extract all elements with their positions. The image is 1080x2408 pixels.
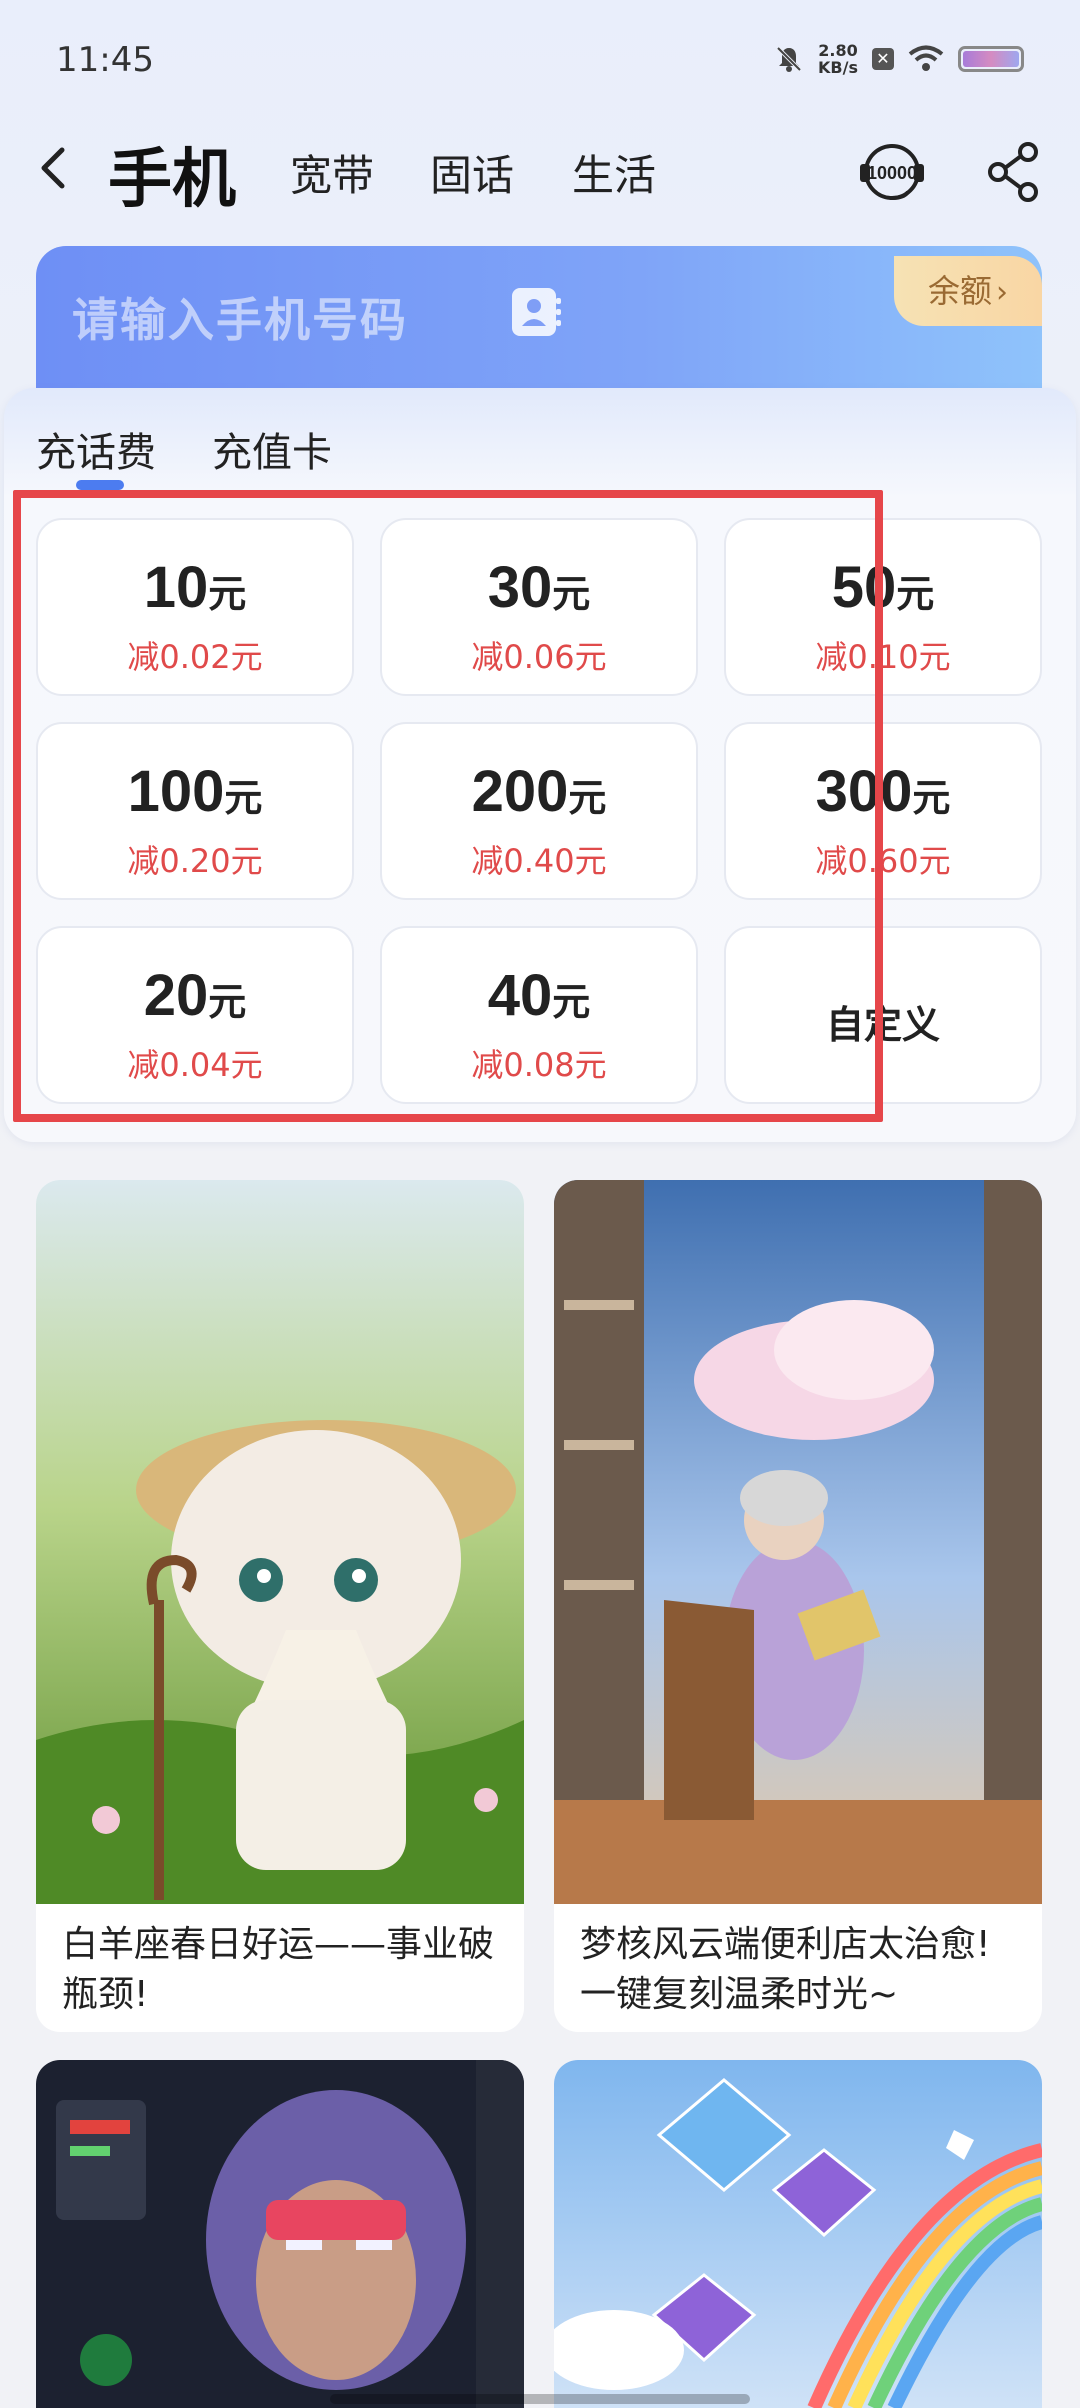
amount-unit: 元 <box>552 572 591 616</box>
feed-card-convenience-store[interactable]: 梦核风云端便利店太治愈!一键复刻温柔时光~ <box>554 1180 1042 2032</box>
balance-label: 余额 <box>927 272 992 310</box>
chevron-right-icon: › <box>996 275 1008 310</box>
amount-value: 300 <box>815 759 913 824</box>
amount-discount: 减0.40元 <box>471 842 607 880</box>
amount-unit: 元 <box>552 980 591 1024</box>
custom-amount-label: 自定义 <box>825 1003 940 1047</box>
feed-card-mecha[interactable] <box>36 2060 524 2408</box>
amount-unit: 元 <box>896 572 935 616</box>
feed-title: 梦核风云端便利店太治愈!一键复刻温柔时光~ <box>580 1924 991 2015</box>
feed-image-convenience-store <box>554 1180 1042 1904</box>
top-nav: 手机 宽带 固话 生活 10000 <box>0 120 1080 220</box>
amount-option-30[interactable]: 30元 减0.06元 <box>380 518 698 696</box>
amount-discount: 减0.04元 <box>127 1046 263 1084</box>
tab-topup[interactable]: 充话费 <box>36 420 156 478</box>
amount-discount: 减0.20元 <box>127 842 263 880</box>
amount-option-20[interactable]: 20元 减0.04元 <box>36 926 354 1104</box>
mute-bell-icon <box>776 46 802 72</box>
amount-option-300[interactable]: 300元 减0.60元 <box>724 722 1042 900</box>
amount-option-100[interactable]: 100元 减0.20元 <box>36 722 354 900</box>
wifi-icon <box>908 45 944 71</box>
feed-card-kites[interactable] <box>554 2060 1042 2408</box>
service-icon-label: 10000 <box>867 163 917 183</box>
amount-discount: 减0.60元 <box>815 842 951 880</box>
amount-discount: 减0.08元 <box>471 1046 607 1084</box>
amount-option-40[interactable]: 40元 减0.08元 <box>380 926 698 1104</box>
feed-image-aries <box>36 1180 524 1904</box>
balance-button[interactable]: 余额 › <box>894 256 1042 326</box>
amount-value: 200 <box>471 759 569 824</box>
amount-option-200[interactable]: 200元 减0.40元 <box>380 722 698 900</box>
amount-unit: 元 <box>224 776 263 820</box>
amount-option-10[interactable]: 10元 减0.02元 <box>36 518 354 696</box>
feed-image-kites <box>554 2060 1042 2408</box>
status-bar: 11:45 2.80 KB/s ✕ <box>0 0 1080 120</box>
tab-broadband[interactable]: 宽带 <box>290 142 374 203</box>
customer-service-10000-icon[interactable]: 10000 <box>852 132 932 212</box>
amount-unit: 元 <box>208 980 247 1024</box>
no-sim-icon: ✕ <box>872 48 894 70</box>
amount-discount: 减0.02元 <box>127 638 263 676</box>
feed-title: 白羊座春日好运——事业破瓶颈! <box>62 1924 495 2015</box>
amount-unit: 元 <box>912 776 951 820</box>
phone-number-input[interactable]: 请输入手机号码 <box>72 284 408 350</box>
status-icons: 2.80 KB/s ✕ <box>774 42 1024 76</box>
tab-landline[interactable]: 固话 <box>430 142 514 203</box>
feed-image-mecha <box>36 2060 524 2408</box>
amount-value: 20 <box>143 963 209 1028</box>
tab-life[interactable]: 生活 <box>572 142 656 203</box>
amount-unit: 元 <box>568 776 607 820</box>
tab-recharge-card[interactable]: 充值卡 <box>212 420 332 478</box>
network-speed-value: 2.80 <box>818 41 858 60</box>
battery-icon <box>958 46 1024 72</box>
amount-discount: 减0.06元 <box>471 638 607 676</box>
amount-value: 10 <box>143 555 209 620</box>
network-speed: 2.80 KB/s <box>818 42 858 76</box>
amount-value: 50 <box>831 555 897 620</box>
recharge-panel: 充话费 充值卡 10元 减0.02元 30元 减0.06元 50元 减0.10元… <box>4 388 1076 1142</box>
amount-value: 40 <box>487 963 553 1028</box>
status-time: 11:45 <box>56 40 154 80</box>
active-tab-indicator <box>76 480 124 490</box>
amount-option-50[interactable]: 50元 减0.10元 <box>724 518 1042 696</box>
amount-value: 100 <box>127 759 225 824</box>
amount-unit: 元 <box>208 572 247 616</box>
network-speed-unit: KB/s <box>818 58 858 77</box>
amount-value: 30 <box>487 555 553 620</box>
amount-discount: 减0.10元 <box>815 638 951 676</box>
share-icon[interactable] <box>976 132 1056 212</box>
amount-option-custom[interactable]: 自定义 <box>724 926 1042 1104</box>
home-indicator[interactable] <box>330 2394 750 2404</box>
back-arrow-icon[interactable] <box>30 140 80 196</box>
tab-phone[interactable]: 手机 <box>108 128 236 220</box>
feed-card-aries[interactable]: 白羊座春日好运——事业破瓶颈! <box>36 1180 524 2032</box>
contacts-icon[interactable] <box>510 286 562 338</box>
